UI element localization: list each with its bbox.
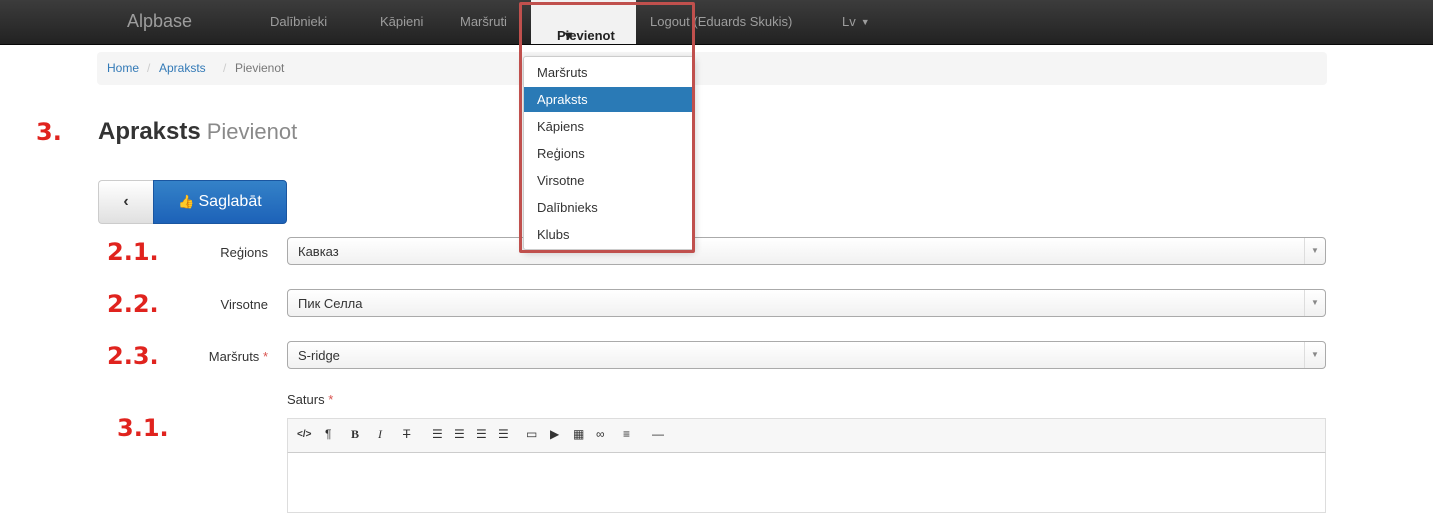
peak-label: Virsotne bbox=[220, 297, 268, 312]
nav-item-participants[interactable]: Dalībnieki bbox=[270, 14, 327, 29]
dropdown-arrow-icon: ▼ bbox=[1304, 290, 1325, 316]
horizontal-rule-icon[interactable]: — bbox=[652, 427, 664, 441]
italic-icon[interactable]: I bbox=[378, 427, 382, 442]
add-dropdown-menu: Maršruts Apraksts Kāpiens Reģions Virsot… bbox=[523, 56, 695, 250]
region-label: Reģions bbox=[220, 245, 268, 260]
route-label-text: Maršruts bbox=[208, 349, 260, 364]
chevron-left-icon: ‹ bbox=[123, 193, 129, 210]
breadcrumb: Home / Apraksts / Pievienot bbox=[97, 52, 1327, 85]
nav-item-routes[interactable]: Maršruti bbox=[460, 14, 507, 29]
content-label: Saturs * bbox=[287, 392, 333, 407]
breadcrumb-separator: / bbox=[147, 61, 151, 75]
html-source-icon[interactable]: </> bbox=[297, 429, 311, 440]
breadcrumb-separator: / bbox=[223, 61, 227, 75]
back-button[interactable]: ‹ bbox=[98, 180, 153, 224]
route-label: Maršruts * bbox=[98, 349, 268, 364]
save-button[interactable]: 👍 Saglabāt bbox=[153, 180, 287, 224]
language-label: Lv bbox=[842, 14, 856, 29]
nav-item-add-dropdown[interactable]: Pievienot ▼ bbox=[531, 0, 636, 44]
caret-down-icon: ▼ bbox=[860, 17, 870, 27]
step-annotation-title: 3. bbox=[36, 118, 62, 146]
thumbs-up-icon: 👍 bbox=[178, 194, 195, 209]
save-button-label: Saglabāt bbox=[198, 193, 262, 210]
page-title-text: Apraksts bbox=[98, 118, 201, 145]
dropdown-item-club[interactable]: Klubs bbox=[524, 222, 694, 247]
dropdown-arrow-icon: ▼ bbox=[1304, 342, 1325, 368]
link-icon[interactable]: ∞ bbox=[596, 427, 605, 441]
video-icon[interactable]: ▶ bbox=[550, 427, 559, 441]
peak-select[interactable]: Пик Селла ▼ bbox=[287, 289, 1326, 317]
outdent-icon[interactable]: ☰ bbox=[476, 427, 487, 441]
strikethrough-icon[interactable]: T bbox=[403, 427, 410, 441]
region-select[interactable]: Кавказ ▼ bbox=[287, 237, 1326, 265]
dropdown-item-description[interactable]: Apraksts bbox=[524, 87, 694, 112]
breadcrumb-home[interactable]: Home bbox=[107, 61, 139, 75]
content-editor[interactable] bbox=[287, 453, 1326, 513]
page-subtitle: Pievienot bbox=[206, 119, 298, 144]
image-icon[interactable]: ▭ bbox=[526, 427, 537, 441]
paragraph-icon[interactable]: ¶ bbox=[325, 427, 331, 441]
nav-item-logout[interactable]: Logout (Eduards Skukis) bbox=[650, 14, 792, 29]
top-navbar: Alpbase Dalībnieki Kāpieni Maršruti Piev… bbox=[0, 0, 1433, 45]
route-select[interactable]: S-ridge ▼ bbox=[287, 341, 1326, 369]
step-annotation-content: 3.1. bbox=[117, 414, 169, 442]
dropdown-item-participant[interactable]: Dalībnieks bbox=[524, 195, 694, 220]
nav-item-ascents[interactable]: Kāpieni bbox=[380, 14, 423, 29]
required-marker: * bbox=[328, 392, 334, 407]
peak-select-value: Пик Селла bbox=[298, 296, 363, 311]
dropdown-arrow-icon: ▼ bbox=[1304, 238, 1325, 264]
nav-item-language[interactable]: Lv ▼ bbox=[842, 14, 870, 29]
dropdown-item-peak[interactable]: Virsotne bbox=[524, 168, 694, 193]
brand-logo[interactable]: Alpbase bbox=[127, 11, 192, 32]
ordered-list-icon[interactable]: ☰ bbox=[454, 427, 465, 441]
editor-toolbar: </> ¶ B I T ☰ ☰ ☰ ☰ ▭ ▶ ▦ ∞ ≡ — bbox=[287, 418, 1326, 453]
indent-icon[interactable]: ☰ bbox=[498, 427, 509, 441]
route-select-value: S-ridge bbox=[298, 348, 340, 363]
page-title: Apraksts Pievienot bbox=[98, 118, 297, 146]
table-icon[interactable]: ▦ bbox=[573, 427, 584, 441]
dropdown-item-route[interactable]: Maršruts bbox=[524, 60, 694, 85]
breadcrumb-section[interactable]: Apraksts bbox=[159, 61, 206, 75]
caret-down-icon: ▼ bbox=[562, 28, 575, 43]
required-marker: * bbox=[262, 349, 268, 364]
unordered-list-icon[interactable]: ☰ bbox=[432, 427, 443, 441]
region-select-value: Кавказ bbox=[298, 244, 339, 259]
content-label-text: Saturs bbox=[287, 392, 325, 407]
dropdown-item-ascent[interactable]: Kāpiens bbox=[524, 114, 694, 139]
bold-icon[interactable]: B bbox=[351, 427, 359, 442]
dropdown-item-region[interactable]: Reģions bbox=[524, 141, 694, 166]
breadcrumb-current: Pievienot bbox=[235, 61, 285, 75]
alignment-icon[interactable]: ≡ bbox=[623, 427, 630, 441]
